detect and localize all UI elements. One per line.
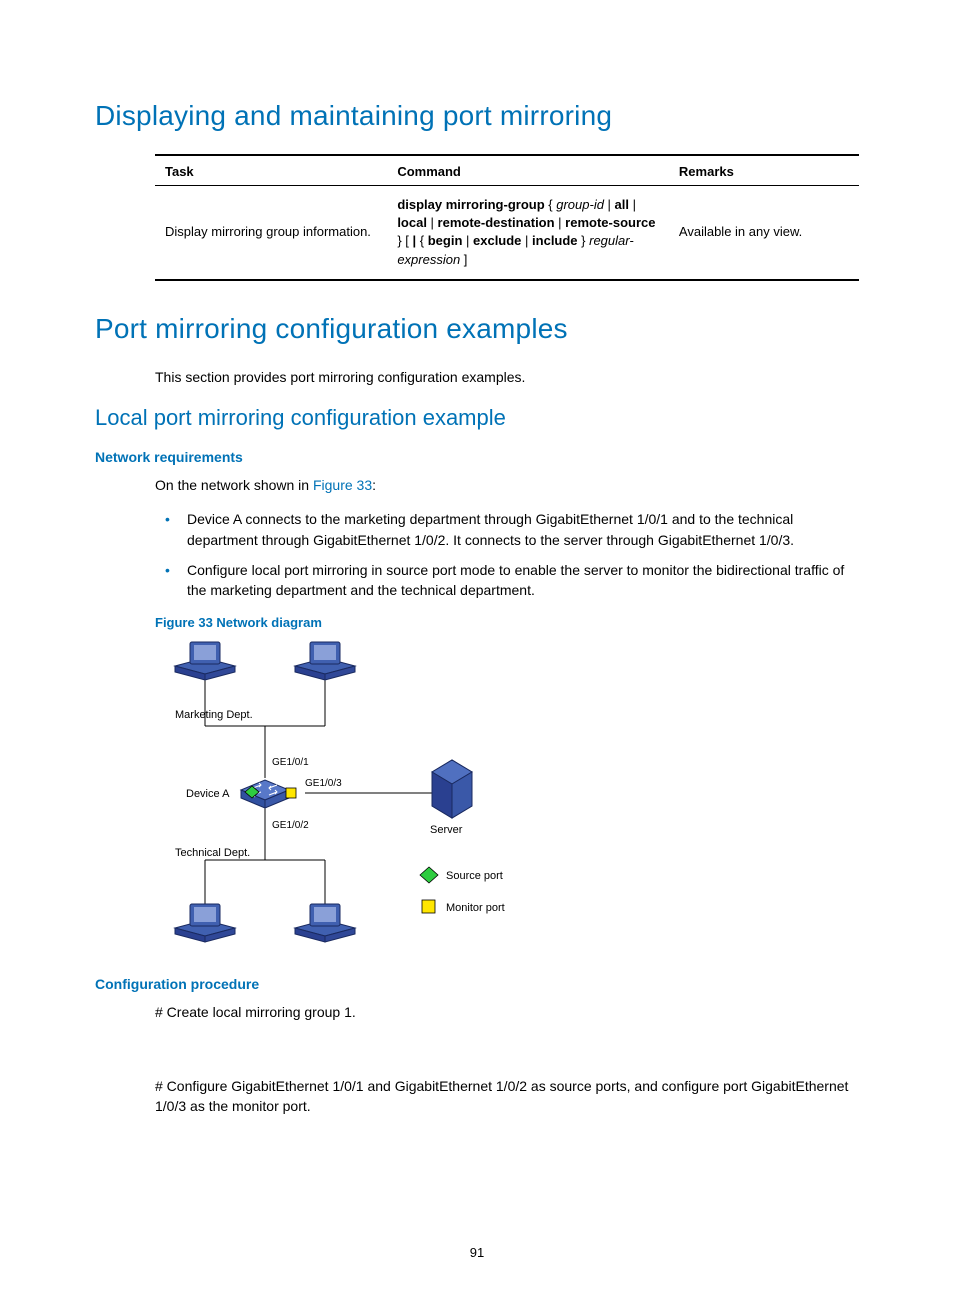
label-devicea: Device A <box>186 788 230 800</box>
diagram-svg: Marketing Dept. Technical Dept. Device A… <box>150 638 570 958</box>
conf-step-2: # Configure GigabitEthernet 1/0/1 and Gi… <box>155 1076 859 1117</box>
th-remarks: Remarks <box>669 155 859 186</box>
heading-network-req: Network requirements <box>95 449 859 465</box>
pc-icon <box>175 904 235 942</box>
pc-icon <box>175 642 235 680</box>
network-shown: On the network shown in Figure 33: <box>155 475 859 495</box>
requirements-list: Device A connects to the marketing depar… <box>155 509 859 600</box>
list-item: Configure local port mirroring in source… <box>155 560 859 601</box>
th-command: Command <box>387 155 669 186</box>
network-diagram: Marketing Dept. Technical Dept. Device A… <box>150 638 570 958</box>
td-command: display mirroring-group { group-id | all… <box>387 186 669 280</box>
list-item: Device A connects to the marketing depar… <box>155 509 859 550</box>
label-technical: Technical Dept. <box>175 847 250 859</box>
td-remarks: Available in any view. <box>669 186 859 280</box>
td-task: Display mirroring group information. <box>155 186 387 280</box>
heading-local-example: Local port mirroring configuration examp… <box>95 405 859 431</box>
legend-monitor-icon <box>422 900 435 913</box>
legend-source-icon <box>420 867 438 883</box>
page-number: 91 <box>0 1245 954 1260</box>
label-ge2: GE1/0/2 <box>272 820 309 831</box>
legend-source-label: Source port <box>446 870 503 882</box>
cmd-name: display mirroring-group <box>397 197 544 212</box>
pc-icon <box>295 642 355 680</box>
monitor-port-icon <box>286 788 296 798</box>
label-marketing: Marketing Dept. <box>175 709 253 721</box>
figure-caption: Figure 33 Network diagram <box>155 615 859 630</box>
server-icon <box>432 760 472 818</box>
conf-step-1: # Create local mirroring group 1. <box>155 1002 859 1022</box>
table-row: Display mirroring group information. dis… <box>155 186 859 280</box>
heading-displaying: Displaying and maintaining port mirrorin… <box>95 100 859 132</box>
label-server: Server <box>430 824 463 836</box>
label-ge1: GE1/0/1 <box>272 757 309 768</box>
intro-para: This section provides port mirroring con… <box>155 367 859 387</box>
legend-monitor-label: Monitor port <box>446 902 505 914</box>
figure-link[interactable]: Figure 33 <box>313 477 372 493</box>
label-ge3: GE1/0/3 <box>305 778 342 789</box>
heading-examples: Port mirroring configuration examples <box>95 313 859 345</box>
th-task: Task <box>155 155 387 186</box>
heading-config-proc: Configuration procedure <box>95 976 859 992</box>
command-table: Task Command Remarks Display mirroring g… <box>155 154 859 281</box>
pc-icon <box>295 904 355 942</box>
